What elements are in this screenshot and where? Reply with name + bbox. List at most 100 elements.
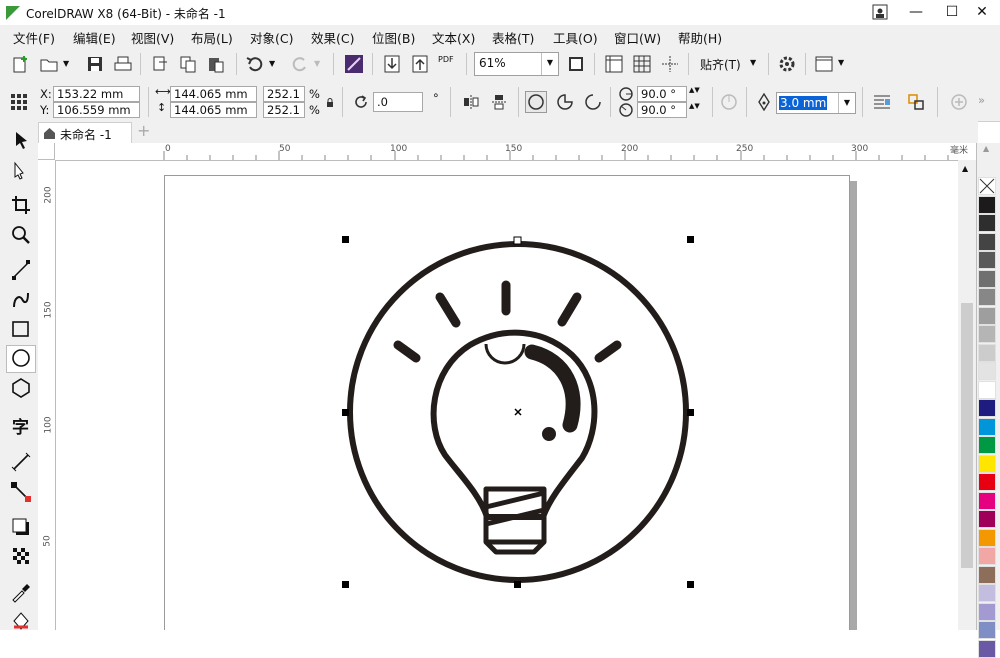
zoom-level-select[interactable]: 61% ▼: [474, 52, 559, 76]
import-arrow-icon[interactable]: [382, 54, 402, 74]
paste-icon[interactable]: [206, 54, 226, 74]
rectangle-tool-icon[interactable]: [10, 318, 32, 340]
menu-edit[interactable]: 编辑(E): [73, 28, 116, 47]
rotation-angle-field[interactable]: .0: [373, 92, 423, 112]
color-swatch[interactable]: [978, 417, 996, 436]
lightbulb-drawing[interactable]: [330, 225, 710, 600]
connector-tool-icon[interactable]: [10, 481, 32, 503]
publish-pdf-icon[interactable]: PDF: [438, 55, 454, 64]
menu-layout[interactable]: 布局(L): [191, 28, 233, 47]
color-swatch[interactable]: [978, 380, 996, 399]
transparency-tool-icon[interactable]: [10, 545, 32, 567]
add-document-tab-icon[interactable]: +: [137, 121, 150, 140]
freehand-tool-icon[interactable]: [10, 259, 32, 281]
color-swatch[interactable]: [978, 251, 996, 269]
color-swatch[interactable]: [978, 325, 996, 343]
color-swatch[interactable]: [978, 232, 996, 251]
show-grid-icon[interactable]: [632, 54, 652, 74]
show-rulers-icon[interactable]: [604, 54, 624, 74]
new-document-icon[interactable]: [11, 54, 31, 74]
text-tool-icon[interactable]: 字: [12, 413, 29, 438]
color-swatch[interactable]: [978, 547, 996, 565]
palette-scroll-up-icon[interactable]: ▲: [983, 144, 989, 153]
snap-to-menu[interactable]: 贴齐(T): [700, 56, 741, 73]
import-icon[interactable]: [150, 54, 170, 74]
redo-icon[interactable]: [290, 54, 310, 74]
document-tab[interactable]: 未命名 -1: [38, 122, 132, 144]
open-folder-icon[interactable]: [39, 54, 59, 74]
pick-tool-icon[interactable]: [10, 129, 32, 151]
artistic-media-tool-icon[interactable]: [10, 289, 32, 311]
x-position-field[interactable]: 153.22 mm: [53, 86, 140, 102]
outline-width-select[interactable]: 3.0 mm ▼: [776, 92, 856, 114]
menu-text[interactable]: 文本(X): [432, 28, 475, 47]
scale-height-field[interactable]: 252.1: [263, 102, 305, 118]
mirror-horizontal-icon[interactable]: [462, 93, 480, 111]
arc-mode-icon[interactable]: [584, 93, 602, 111]
vertical-ruler[interactable]: 200 150 100 50: [38, 160, 56, 630]
object-width-field[interactable]: 144.065 mm: [170, 86, 257, 102]
ruler-origin-icon[interactable]: [38, 143, 55, 160]
menu-tools[interactable]: 工具(O): [553, 28, 598, 47]
polygon-tool-icon[interactable]: [10, 377, 32, 399]
color-swatch[interactable]: [978, 306, 996, 325]
color-swatch[interactable]: [978, 269, 996, 288]
interactive-fill-tool-icon[interactable]: [10, 609, 32, 631]
menu-window[interactable]: 窗口(W): [614, 28, 661, 47]
zoom-tool-icon[interactable]: [10, 224, 32, 246]
eyedropper-tool-icon[interactable]: [10, 581, 32, 603]
menu-table[interactable]: 表格(T): [492, 28, 534, 47]
save-icon[interactable]: [85, 54, 105, 74]
options-gear-icon[interactable]: [777, 54, 797, 74]
color-swatch[interactable]: [978, 288, 996, 306]
scroll-up-chevron-icon[interactable]: ▲: [962, 164, 968, 173]
zoom-dropdown-chevron-icon[interactable]: ▼: [541, 53, 558, 75]
horizontal-ruler[interactable]: 0 50 100 150 200 250 300 毫米: [38, 143, 976, 161]
undo-dropdown-chevron-icon[interactable]: ▼: [269, 59, 275, 68]
convert-to-curves-icon[interactable]: [906, 93, 926, 111]
color-swatch[interactable]: [978, 565, 996, 584]
menu-bitmaps[interactable]: 位图(B): [372, 28, 415, 47]
object-origin-icon[interactable]: [10, 93, 28, 111]
help-icon[interactable]: [860, 0, 900, 25]
menu-file[interactable]: 文件(F): [13, 28, 55, 47]
color-swatch[interactable]: [978, 602, 996, 621]
color-swatch[interactable]: [978, 195, 996, 214]
ellipse-tool-icon[interactable]: [10, 347, 32, 369]
open-dropdown-chevron-icon[interactable]: ▼: [63, 59, 69, 68]
color-swatch[interactable]: [978, 528, 996, 547]
menu-effects[interactable]: 效果(C): [311, 28, 354, 47]
copy-icon[interactable]: [178, 54, 198, 74]
menu-view[interactable]: 视图(V): [131, 28, 174, 47]
outline-width-dropdown-chevron-icon[interactable]: ▼: [838, 93, 855, 113]
color-swatch[interactable]: [978, 510, 996, 528]
color-swatch[interactable]: [978, 491, 996, 510]
lock-ratio-icon[interactable]: [326, 98, 334, 107]
change-direction-icon[interactable]: [720, 93, 738, 111]
color-swatch[interactable]: [978, 214, 996, 232]
mirror-vertical-icon[interactable]: [490, 93, 508, 111]
color-swatch[interactable]: [978, 584, 996, 602]
drop-shadow-tool-icon[interactable]: [10, 516, 32, 538]
print-icon[interactable]: [113, 54, 133, 74]
text-wrap-icon[interactable]: [872, 93, 892, 111]
color-swatch[interactable]: [978, 639, 996, 658]
ellipse-mode-icon[interactable]: [525, 91, 547, 113]
color-swatch[interactable]: [978, 454, 996, 473]
full-screen-icon[interactable]: [566, 54, 586, 74]
color-swatch[interactable]: [978, 473, 996, 491]
minimize-button[interactable]: —: [898, 0, 934, 25]
vertical-scroll-thumb[interactable]: [961, 303, 973, 568]
shape-tool-icon[interactable]: [10, 159, 32, 181]
launcher-dropdown-chevron-icon[interactable]: ▼: [838, 58, 844, 67]
color-swatch[interactable]: [978, 399, 996, 417]
y-position-field[interactable]: 106.559 mm: [53, 102, 140, 118]
redo-dropdown-chevron-icon[interactable]: ▼: [314, 59, 320, 68]
color-swatch[interactable]: [978, 621, 996, 639]
home-icon[interactable]: [43, 127, 56, 139]
crop-tool-icon[interactable]: [10, 194, 32, 216]
start-angle-spinner-icon[interactable]: ▲▼: [689, 86, 700, 94]
export-arrow-icon[interactable]: [410, 54, 430, 74]
scale-width-field[interactable]: 252.1: [263, 86, 305, 102]
snap-dropdown-chevron-icon[interactable]: ▼: [750, 58, 756, 67]
